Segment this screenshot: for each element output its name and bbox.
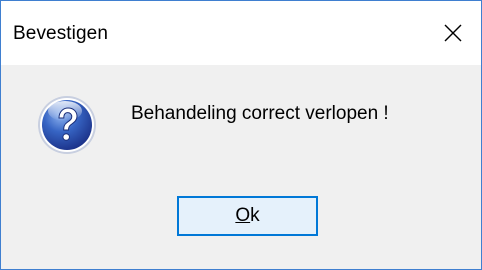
ok-label-rest: k [250,205,260,226]
title-bar[interactable]: Bevestigen [1,1,481,65]
ok-button[interactable]: Ok [177,196,318,236]
close-button[interactable] [425,1,481,65]
dialog-window: Bevestigen Behandeling correct verlopen … [0,0,482,270]
ok-mnemonic: O [235,205,251,226]
window-title: Bevestigen [13,23,109,44]
message-text: Behandeling correct verlopen ! [131,103,389,124]
close-icon [443,23,463,43]
ok-button-label: Ok [235,205,259,227]
question-icon [35,93,99,157]
dialog-body: Behandeling correct verlopen ! Ok [1,65,481,269]
